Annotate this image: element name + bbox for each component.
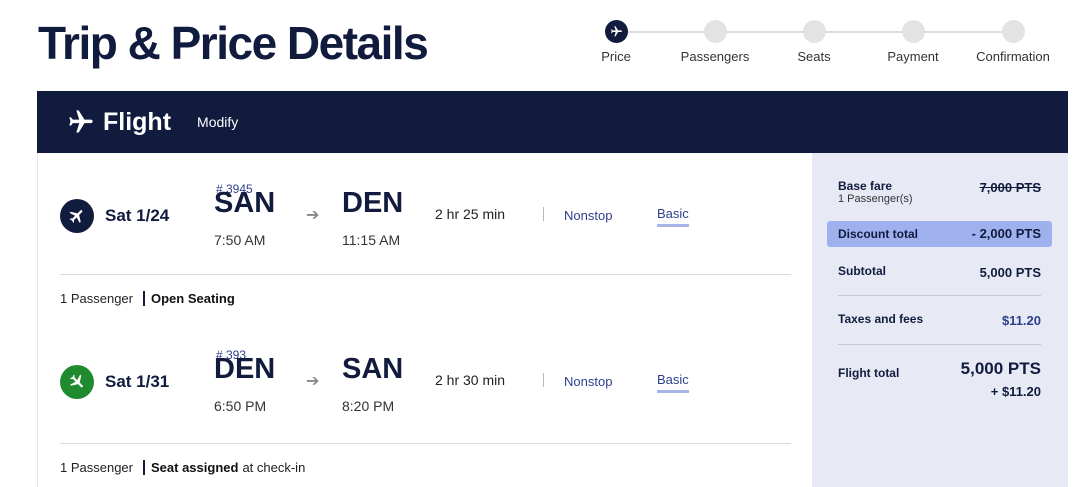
- step-seats[interactable]: Seats: [764, 20, 864, 64]
- flight-leg-return: Sat 1/31 # 393 DEN 6:50 PM ➔ SAN 8:20 PM…: [60, 348, 800, 455]
- arrival-time: 11:15 AM: [342, 232, 401, 248]
- passenger-info-return: 1 Passenger Seat assigned at check-in: [60, 460, 305, 475]
- passenger-count: 1 Passenger: [60, 460, 133, 475]
- origin-airport-code: DEN: [214, 353, 276, 385]
- leg-date: Sat 1/24: [105, 206, 170, 225]
- flight-section-title: Flight: [103, 107, 172, 136]
- passenger-count: 1 Passenger: [60, 291, 133, 306]
- subtotal-value: 5,000 PTS: [979, 265, 1041, 280]
- step-payment[interactable]: Payment: [863, 20, 963, 64]
- passenger-info-outbound: 1 Passenger Open Seating: [60, 291, 235, 306]
- departure-time: 7:50 AM: [214, 232, 266, 248]
- flight-leg-outbound: Sat 1/24 # 3945 SAN 7:50 AM ➔ DEN 11:15 …: [60, 182, 800, 289]
- destination-airport-code: DEN: [342, 187, 404, 219]
- step-price-dot: [604, 20, 628, 43]
- page-title: Trip & Price Details: [38, 17, 429, 69]
- base-fare-value: 7,000 PTS: [979, 180, 1041, 195]
- discount-value: - 2,000 PTS: [971, 226, 1041, 241]
- flight-total-row: Flight total 5,000 PTS + $11.20: [838, 359, 1041, 399]
- divider: [838, 295, 1041, 296]
- seating-info: Seat assigned: [151, 460, 239, 475]
- arrow-right-icon: ➔: [306, 207, 320, 224]
- modify-link[interactable]: Modify: [197, 114, 238, 130]
- discount-row: Discount total - 2,000 PTS: [838, 226, 1041, 241]
- arrival-icon: [60, 365, 94, 399]
- step-confirmation[interactable]: Confirmation: [963, 20, 1063, 64]
- subtotal-row: Subtotal 5,000 PTS: [838, 264, 1041, 280]
- step-price[interactable]: Price: [566, 20, 666, 64]
- seating-info-suffix: at check-in: [242, 460, 306, 475]
- step-label: Passengers: [680, 49, 750, 64]
- seating-info: Open Seating: [151, 291, 235, 306]
- step-label: Payment: [887, 49, 939, 64]
- step-passengers[interactable]: Passengers: [665, 20, 765, 64]
- divider: [838, 344, 1041, 345]
- flight-header-bar: Flight Modify: [37, 91, 1068, 153]
- airplane-icon: [69, 210, 83, 223]
- airplane-icon: [70, 374, 83, 388]
- divider: [143, 291, 145, 306]
- flight-duration: 2 hr 30 min: [435, 372, 506, 388]
- taxes-row: Taxes and fees $11.20: [838, 312, 1041, 328]
- stops-link[interactable]: Nonstop: [564, 208, 612, 223]
- arrival-time: 8:20 PM: [342, 398, 395, 414]
- airplane-icon: [610, 26, 622, 37]
- flight-duration: 2 hr 25 min: [435, 206, 506, 222]
- origin-airport-code: SAN: [214, 187, 276, 219]
- arrow-right-icon: ➔: [306, 373, 320, 390]
- departure-time: 6:50 PM: [214, 398, 267, 414]
- step-dot: [901, 20, 925, 43]
- divider: [143, 460, 145, 475]
- step-dot: [802, 20, 826, 43]
- airplane-icon: [69, 110, 93, 133]
- step-label: Price: [601, 49, 631, 64]
- fare-class-link[interactable]: Basic: [657, 372, 689, 393]
- divider: [60, 443, 791, 444]
- step-dot: [703, 20, 727, 43]
- departure-icon: [60, 199, 94, 233]
- base-fare-row: Base fare 1 Passenger(s) 7,000 PTS: [838, 179, 1041, 205]
- divider: [543, 207, 544, 221]
- divider: [60, 274, 791, 275]
- step-label: Confirmation: [976, 49, 1050, 64]
- price-summary-panel: Base fare 1 Passenger(s) 7,000 PTS Disco…: [812, 153, 1068, 487]
- step-dot: [1001, 20, 1025, 43]
- divider: [543, 373, 544, 387]
- itinerary-panel: Sat 1/24 # 3945 SAN 7:50 AM ➔ DEN 11:15 …: [37, 153, 812, 487]
- step-label: Seats: [797, 49, 831, 64]
- flight-total-cash: + $11.20: [990, 384, 1041, 399]
- taxes-value[interactable]: $11.20: [1002, 313, 1041, 328]
- flight-total-points: 5,000 PTS: [960, 359, 1041, 378]
- fare-class-link[interactable]: Basic: [657, 206, 689, 227]
- stops-link[interactable]: Nonstop: [564, 374, 612, 389]
- progress-stepper: Price Passengers Seats Payment Confirmat…: [586, 20, 1066, 70]
- leg-date: Sat 1/31: [105, 372, 170, 391]
- destination-airport-code: SAN: [342, 353, 404, 385]
